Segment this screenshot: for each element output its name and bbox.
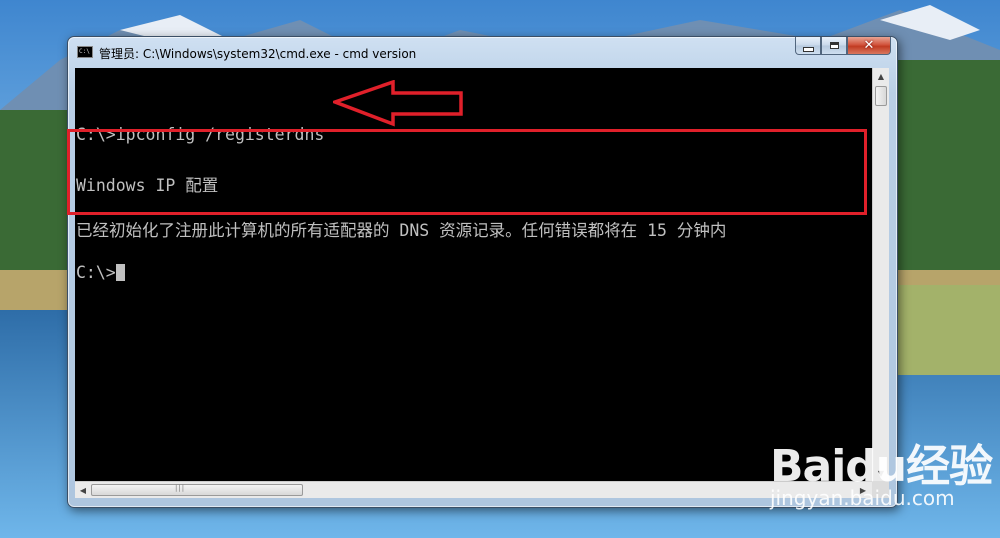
prompt-text: C:\> bbox=[76, 263, 116, 282]
cmd-icon[interactable]: C:\ bbox=[77, 46, 93, 58]
vertical-scrollbar[interactable]: ▲ ▼ bbox=[872, 68, 889, 481]
window-title: 管理员: C:\Windows\system32\cmd.exe - cmd v… bbox=[99, 47, 417, 61]
scroll-left-arrow-icon[interactable]: ◀ bbox=[75, 482, 91, 498]
minimize-button[interactable] bbox=[795, 37, 821, 55]
title-bar[interactable]: C:\ 管理员: C:\Windows\system32\cmd.exe - c… bbox=[68, 37, 897, 67]
horizontal-scroll-thumb[interactable] bbox=[91, 484, 303, 496]
vertical-scroll-thumb[interactable] bbox=[875, 86, 887, 106]
caption-buttons: ✕ bbox=[795, 37, 891, 57]
highlight-box bbox=[67, 129, 867, 215]
output-message: 已经初始化了注册此计算机的所有适配器的 DNS 资源记录。任何错误都将在 15 … bbox=[76, 221, 727, 240]
text-cursor bbox=[115, 264, 125, 281]
watermark-url: jingyan.baidu.com bbox=[770, 486, 955, 510]
close-icon: ✕ bbox=[863, 38, 875, 53]
watermark-logo: Baidu经验 bbox=[770, 441, 993, 492]
scroll-up-arrow-icon[interactable]: ▲ bbox=[873, 68, 889, 84]
horizontal-scrollbar[interactable]: ◀ ||| ▶ bbox=[75, 481, 872, 498]
close-button[interactable]: ✕ bbox=[847, 37, 891, 55]
baidu-watermark: Baidu经验 jingyan.baidu.com bbox=[770, 430, 993, 510]
maximize-button[interactable] bbox=[821, 37, 847, 55]
red-arrow-icon bbox=[333, 80, 463, 127]
scroll-grip-icon: ||| bbox=[175, 484, 186, 492]
maximize-icon bbox=[829, 42, 839, 49]
minimize-icon bbox=[802, 46, 814, 52]
prompt-line: C:\> bbox=[76, 263, 125, 282]
